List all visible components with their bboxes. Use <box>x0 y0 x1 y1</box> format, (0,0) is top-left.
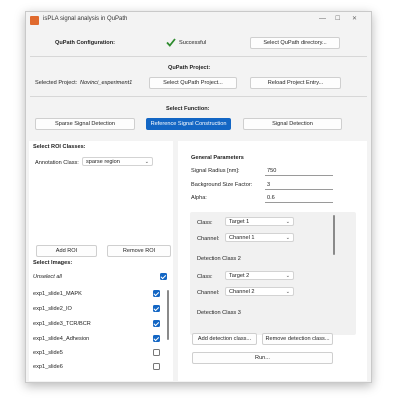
function-section-title: Select Function: <box>166 106 210 112</box>
annotation-class-value: sparse region <box>86 159 120 165</box>
app-window: isPLA signal analysis in QuPath — ☐ ✕ Qu… <box>25 11 372 383</box>
selected-project-label: Selected Project: <box>35 80 78 86</box>
chevron-down-icon: ⌄ <box>285 219 290 225</box>
project-section-title: QuPath Project: <box>168 65 211 71</box>
chevron-down-icon: ⌄ <box>285 289 290 295</box>
channel-value: Channel 1 <box>229 235 255 241</box>
images-scrollbar[interactable] <box>167 290 169 340</box>
class-value: Target 2 <box>229 273 250 279</box>
config-label: QuPath Configuration: <box>55 40 115 46</box>
add-roi-button[interactable]: Add ROI <box>36 245 97 257</box>
add-detection-class-button[interactable]: Add detection class... <box>192 333 257 345</box>
window-title: isPLA signal analysis in QuPath <box>43 16 128 22</box>
background-size-label: Background Size Factor: <box>191 182 253 188</box>
minimize-button[interactable]: — <box>319 15 326 22</box>
annotation-class-dropdown[interactable]: sparse region ⌄ <box>82 157 153 166</box>
run-button[interactable]: Run... <box>192 352 333 364</box>
image-item-checkbox[interactable] <box>153 363 160 370</box>
signal-detection-button[interactable]: Signal Detection <box>243 118 342 130</box>
app-icon <box>30 16 39 25</box>
divider <box>30 56 367 57</box>
image-item-checkbox[interactable] <box>153 349 160 356</box>
remove-roi-button[interactable]: Remove ROI <box>107 245 171 257</box>
image-item-label: exp1_slide5 <box>33 350 63 356</box>
general-parameters-title: General Parameters <box>191 155 244 161</box>
signal-radius-label: Signal Radius [nm]: <box>191 168 240 174</box>
image-item-checkbox[interactable] <box>153 305 160 312</box>
class-dropdown[interactable]: Target 1 ⌄ <box>225 217 294 226</box>
success-check-icon <box>166 38 176 47</box>
detection-class-3-heading: Detection Class 3 <box>197 310 241 316</box>
chevron-down-icon: ⌄ <box>285 235 290 241</box>
image-item-checkbox[interactable] <box>153 335 160 342</box>
select-qupath-project-button[interactable]: Select QuPath Project... <box>149 77 237 89</box>
channel-label: Channel: <box>197 290 220 296</box>
detection-scrollbar[interactable] <box>333 215 335 255</box>
class-value: Target 1 <box>229 219 250 225</box>
divider <box>30 96 367 97</box>
channel-label: Channel: <box>197 236 220 242</box>
annotation-class-label: Annotation Class: <box>35 160 79 166</box>
config-status: Successful <box>179 40 207 46</box>
background-size-input[interactable]: 3 <box>265 181 333 190</box>
image-item-label: exp1_slide6 <box>33 364 63 370</box>
image-item-label: exp1_slide4_Adhesion <box>33 336 90 342</box>
channel-dropdown[interactable]: Channel 1 ⌄ <box>225 233 294 242</box>
image-item-label: exp1_slide3_TCR/BCR <box>33 321 91 327</box>
chevron-down-icon: ⌄ <box>285 273 290 279</box>
image-item-label: exp1_slide1_MAPK <box>33 291 82 297</box>
alpha-input[interactable]: 0.6 <box>265 194 333 203</box>
image-item-checkbox[interactable] <box>153 320 160 327</box>
class-dropdown[interactable]: Target 2 ⌄ <box>225 271 294 280</box>
class-label: Class: <box>197 220 213 226</box>
channel-value: Channel 2 <box>229 289 255 295</box>
alpha-label: Alpha: <box>191 195 207 201</box>
image-item-label: exp1_slide2_IO <box>33 306 72 312</box>
unselect-all-checkbox[interactable] <box>160 273 167 280</box>
detection-class-2-heading: Detection Class 2 <box>197 256 241 262</box>
channel-dropdown[interactable]: Channel 2 ⌄ <box>225 287 294 296</box>
close-button[interactable]: ✕ <box>352 15 357 22</box>
sparse-signal-detection-button[interactable]: Sparse Signal Detection <box>35 118 135 130</box>
title-bar: isPLA signal analysis in QuPath — ☐ ✕ <box>26 12 371 29</box>
remove-detection-class-button[interactable]: Remove detection class... <box>262 333 333 345</box>
unselect-all-label: Unselect all <box>33 274 62 280</box>
maximize-button[interactable]: ☐ <box>335 15 340 22</box>
image-item-checkbox[interactable] <box>153 290 160 297</box>
reference-signal-construction-button[interactable]: Reference Signal Construction <box>146 118 231 130</box>
images-section-title: Select Images: <box>33 260 73 266</box>
select-qupath-directory-button[interactable]: Select QuPath directory... <box>250 37 340 49</box>
chevron-down-icon: ⌄ <box>144 159 149 165</box>
selected-project-value: Novinci_experiment1 <box>80 80 133 86</box>
reload-project-entry-button[interactable]: Reload Project Entry... <box>250 77 341 89</box>
roi-section-title: Select ROI Classes: <box>33 144 86 150</box>
signal-radius-input[interactable]: 750 <box>265 167 333 176</box>
class-label: Class: <box>197 274 213 280</box>
